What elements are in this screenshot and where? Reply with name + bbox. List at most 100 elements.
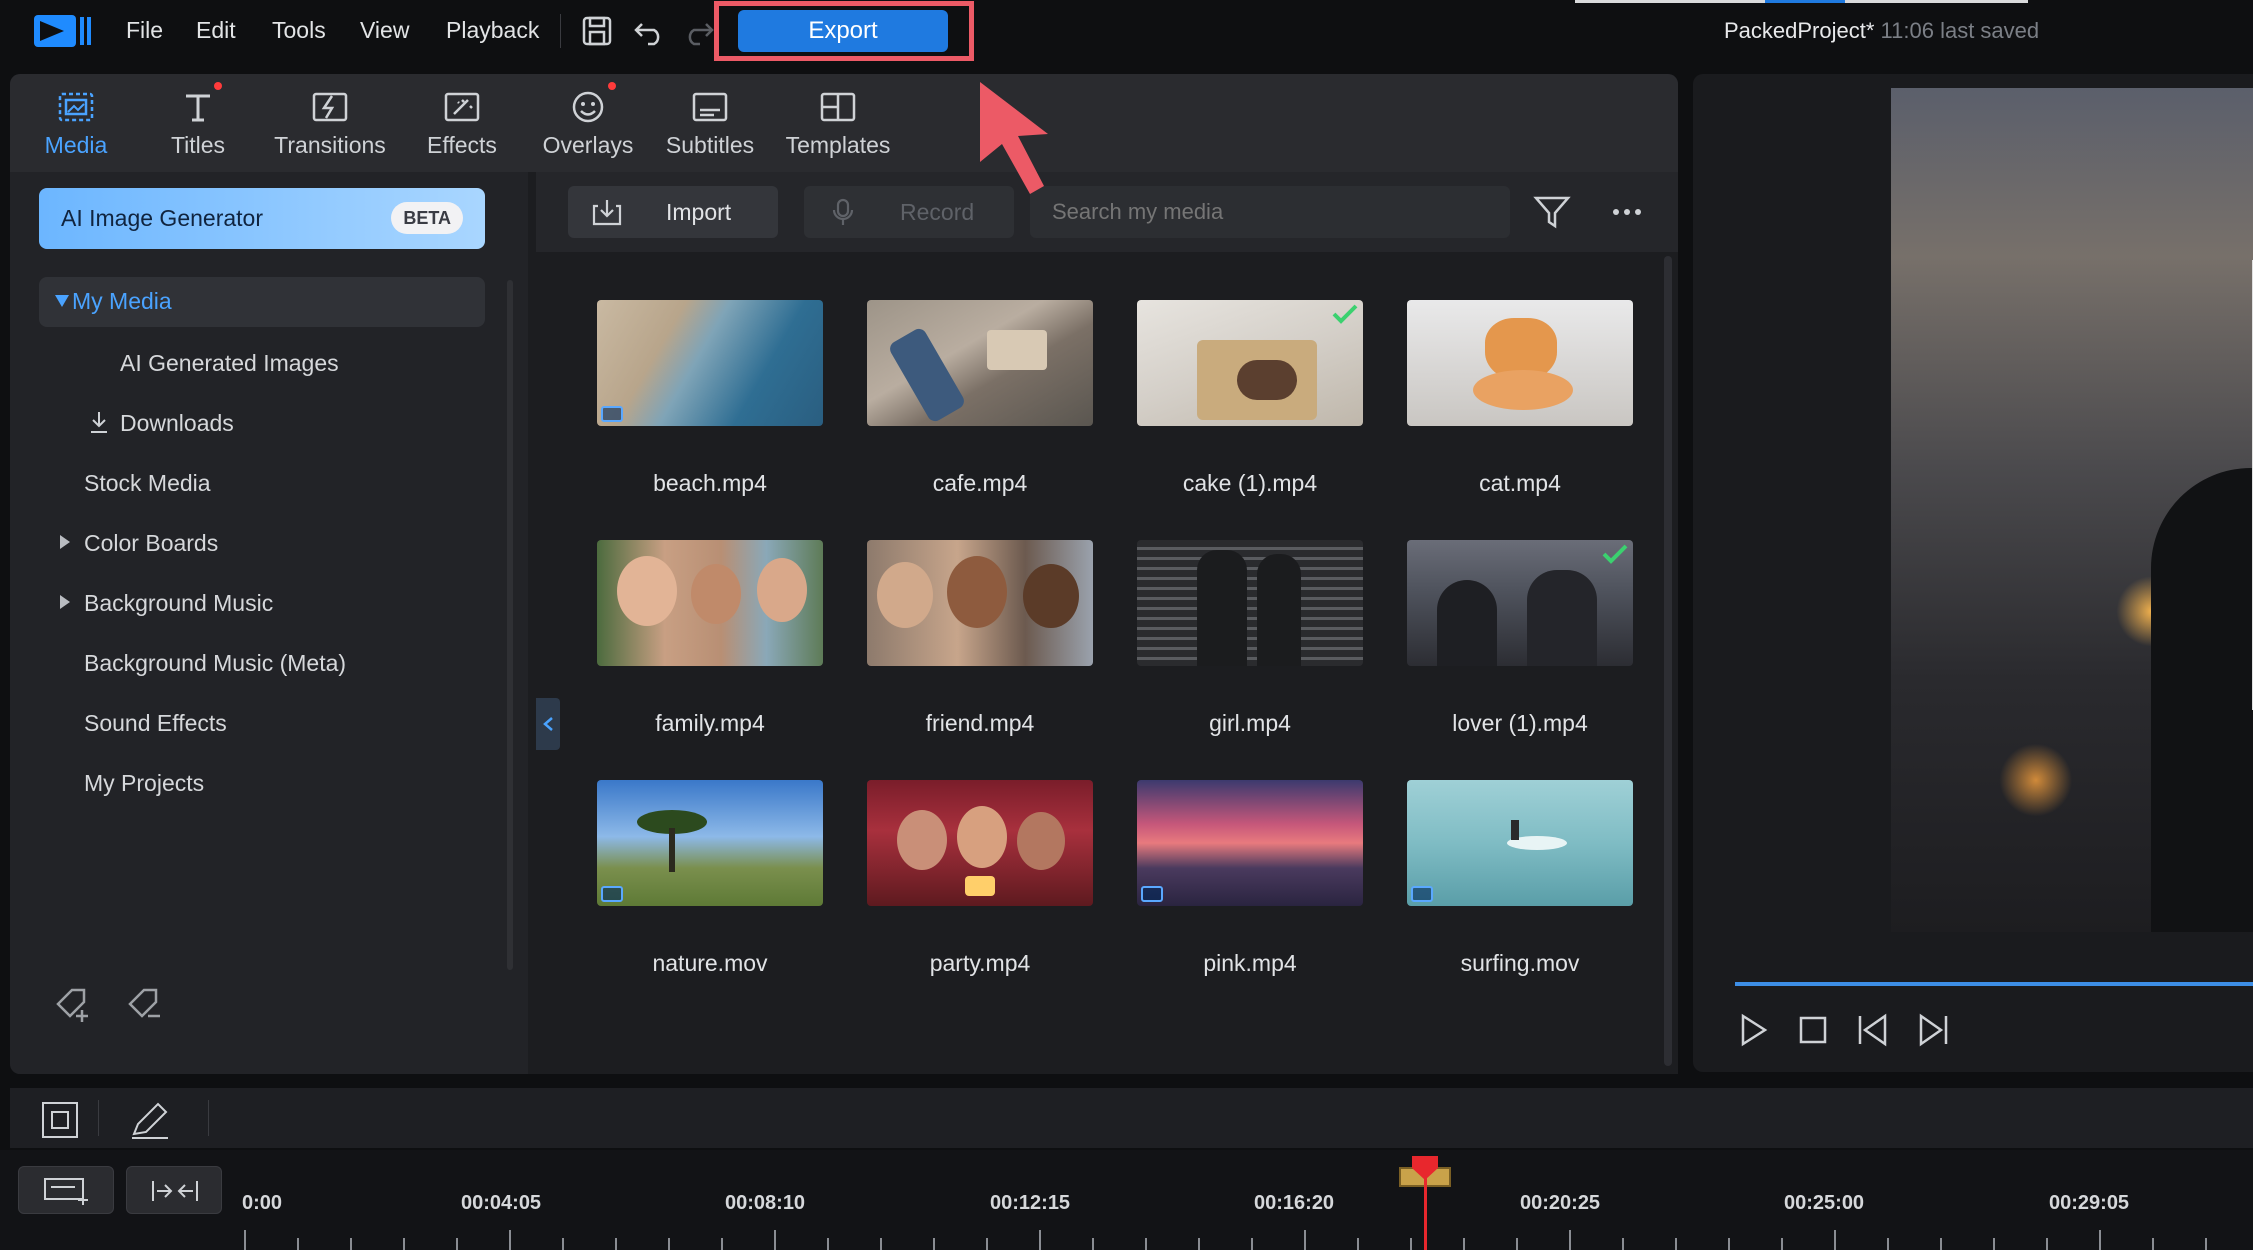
ruler-tick [1569,1230,1571,1250]
ruler-tick [1304,1230,1306,1250]
app-logo [34,15,91,47]
playback-progress-bar[interactable] [1735,982,2253,986]
ruler-tick [1251,1238,1253,1250]
play-icon[interactable] [1735,1012,1771,1048]
stop-icon[interactable] [1795,1012,1831,1048]
more-options-icon[interactable] [1612,208,1642,216]
media-scrollbar[interactable] [1664,256,1672,1066]
check-icon [1602,544,1628,564]
library-panel: Media Titles Transitions Effects Overlay… [10,74,1678,1074]
sidebar-item-my-media[interactable]: My Media [39,277,485,327]
add-track-button[interactable] [18,1166,114,1214]
ruler-tick [1357,1238,1359,1250]
sidebar-item-background-music[interactable]: Background Music [84,590,273,617]
room-tabs: Media Titles Transitions Effects Overlay… [10,74,1678,172]
timecode-label: 00:29:05 [2049,1192,2130,1214]
ruler-tick [1463,1238,1465,1250]
microphone-icon [832,198,854,225]
storyboard-view-icon[interactable] [40,1100,80,1140]
save-icon[interactable] [580,14,614,48]
saved-status: 11:06 last saved [1880,18,2040,43]
ai-image-generator-button[interactable]: AI Image Generator BETA [39,188,485,249]
ruler-tick [562,1238,564,1250]
media-thumbnail [867,540,1093,666]
menu-playback[interactable]: Playback [446,17,539,44]
media-item-name: party.mp4 [929,950,1031,976]
preview-video-frame [1891,88,2253,932]
import-button[interactable]: Import [568,186,778,238]
tab-titles[interactable]: Titles [138,74,258,172]
search-media-input[interactable] [1030,186,1510,238]
fit-timeline-button[interactable] [126,1166,222,1214]
sidebar-item-downloads[interactable]: Downloads [120,410,234,437]
caret-right-icon[interactable] [60,535,70,549]
ruler-tick [721,1238,723,1250]
timecode-label: 00:12:15 [990,1192,1071,1214]
ruler-tick [774,1230,776,1250]
subtitles-icon [692,92,728,122]
timeline-ruler[interactable]: 0:00 00:04:05 00:08:10 00:12:15 00:16:20… [0,1150,2253,1250]
ruler-tick [1675,1238,1677,1250]
undo-icon[interactable] [632,14,666,48]
media-item-name: friend.mp4 [925,710,1035,736]
ruler-tick [244,1230,246,1250]
filter-icon[interactable] [1532,194,1572,230]
menu-view[interactable]: View [360,17,409,44]
video-badge-icon [601,886,623,902]
timecode-label: 00:25:00 [1784,1192,1865,1214]
media-sidebar: AI Image Generator BETA My Media AI Gene… [10,172,528,1074]
ruler-tick [1887,1238,1889,1250]
sidebar-item-stock-media[interactable]: Stock Media [84,470,211,497]
titles-icon [186,94,210,122]
video-badge-icon [1141,886,1163,902]
add-track-icon [44,1178,88,1205]
menu-tools[interactable]: Tools [272,17,326,44]
timecode-label: 0:00 [242,1192,283,1214]
caret-right-icon[interactable] [60,595,70,609]
menu-edit[interactable]: Edit [196,17,236,44]
tab-templates[interactable]: Templates [772,74,904,172]
redo-icon[interactable] [682,14,716,48]
sidebar-item-background-music-meta[interactable]: Background Music (Meta) [84,650,346,677]
edit-pen-icon[interactable] [128,1100,172,1140]
next-frame-icon[interactable] [1915,1012,1951,1048]
tab-subtitles[interactable]: Subtitles [650,74,770,172]
tab-overlays-label: Overlays [542,132,634,158]
ruler-tick [986,1238,988,1250]
export-button[interactable]: Export [738,10,948,52]
ruler-tick [1940,1238,1942,1250]
tab-media[interactable]: Media [18,74,134,172]
remove-tag-icon[interactable] [126,984,166,1024]
add-tag-icon[interactable] [54,984,94,1024]
previous-frame-icon[interactable] [1855,1012,1891,1048]
ruler-tick [615,1238,617,1250]
tab-overlays[interactable]: Overlays [528,74,648,172]
tab-transitions[interactable]: Transitions [264,74,396,172]
menu-file[interactable]: File [126,17,163,44]
media-thumbnail [1137,540,1363,666]
ruler-tick [1516,1238,1518,1250]
ruler-tick [2099,1230,2101,1250]
ruler-tick [1092,1238,1094,1250]
media-thumbnail [867,300,1093,426]
media-item-name: lover (1).mp4 [1452,710,1588,736]
ruler-tick [403,1238,405,1250]
ruler-tick [1728,1238,1730,1250]
sidebar-item-color-boards[interactable]: Color Boards [84,530,218,557]
sidebar-scrollbar[interactable] [507,280,513,970]
tab-transitions-label: Transitions [274,132,386,158]
sidebar-item-ai-generated-images[interactable]: AI Generated Images [120,350,339,377]
timeline-toolbar [10,1088,2253,1148]
project-title: PackedProject* 11:06 last saved [1724,18,2039,44]
pointer-arrow-icon [980,82,1048,194]
tab-effects[interactable]: Effects [402,74,522,172]
sidebar-item-sound-effects[interactable]: Sound Effects [84,710,227,737]
collapse-sidebar-button[interactable] [536,698,560,750]
media-thumbnail [597,540,823,666]
beta-badge: BETA [391,202,463,234]
preview-panel [1693,74,2253,1072]
media-thumbnail [1407,540,1633,666]
project-name: PackedProject* [1724,18,1875,43]
sidebar-item-my-projects[interactable]: My Projects [84,770,204,797]
media-thumbnail [1137,300,1363,426]
